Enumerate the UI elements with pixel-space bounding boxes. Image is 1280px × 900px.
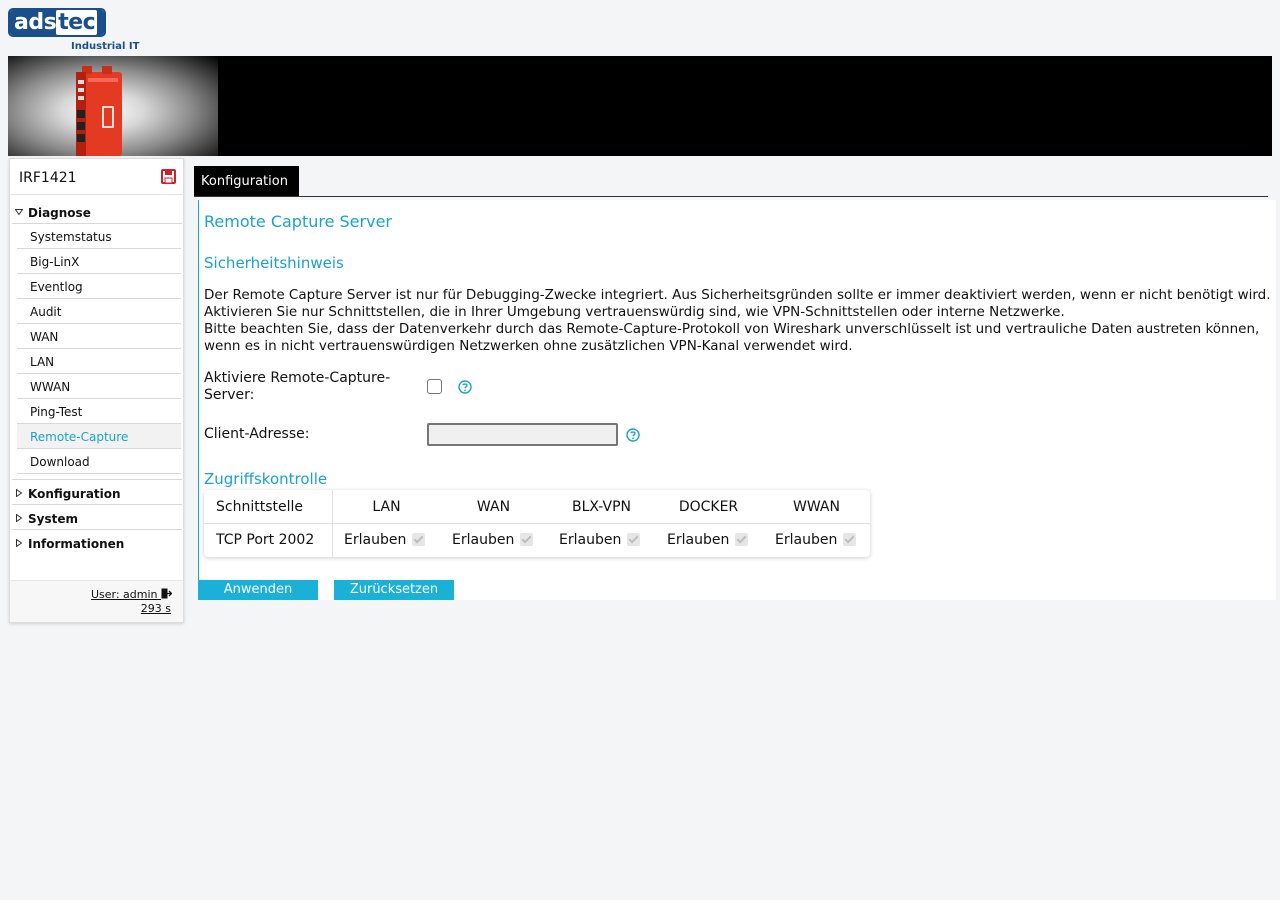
column-header-lan: LAN [372, 499, 401, 515]
sidebar-item-download[interactable]: Download [17, 449, 181, 474]
chevron-right-icon [16, 489, 23, 497]
sidebar: IRF1421 Diagnose Systemstatus Big-LinX E… [9, 158, 185, 623]
row-label-tcp-port: TCP Port 2002 [216, 532, 315, 548]
sidebar-item-wan[interactable]: WAN [17, 324, 181, 349]
tab-bar: Konfiguration [194, 166, 1268, 197]
checkmark-icon [735, 533, 749, 546]
nav-group-informationen[interactable]: Informationen [12, 530, 182, 555]
column-header-wwan: WWAN [793, 499, 840, 515]
column-header-docker: DOCKER [678, 499, 739, 515]
router-device-image [76, 66, 122, 156]
logo-mark: adstec [8, 8, 106, 37]
sidebar-item-big-linx[interactable]: Big-LinX [17, 249, 181, 274]
device-header: IRF1421 [10, 159, 185, 195]
access-control-heading: Zugriffskontrolle [204, 470, 328, 488]
tab-konfiguration[interactable]: Konfiguration [194, 166, 299, 196]
checkmark-icon [520, 533, 534, 546]
sidebar-item-systemstatus[interactable]: Systemstatus [17, 224, 181, 249]
client-address-input[interactable] [427, 423, 618, 446]
access-control-table: Schnittstelle LAN WAN BLX-VPN DOCKER WWA… [204, 490, 870, 557]
sidebar-footer: User: admin 293 s [10, 580, 183, 622]
logout-icon [161, 588, 172, 599]
column-header-blx-vpn: BLX-VPN [571, 499, 632, 515]
sidebar-item-ping-test[interactable]: Ping-Test [17, 399, 181, 424]
enable-capture-label: Aktiviere Remote-Capture- Server: [204, 370, 391, 403]
nav-group-konfiguration[interactable]: Konfiguration [12, 480, 182, 505]
user-logout-link[interactable]: User: admin [91, 588, 172, 601]
page-title: Remote Capture Server [204, 212, 392, 231]
sidebar-item-audit[interactable]: Audit [17, 299, 181, 324]
security-notice: Der Remote Capture Server ist nur für De… [204, 287, 1271, 354]
client-address-label: Client-Adresse: [204, 426, 310, 442]
allow-lan-checkbox: Erlauben [344, 532, 426, 548]
device-name: IRF1421 [19, 170, 77, 186]
sidebar-item-eventlog[interactable]: Eventlog [17, 274, 181, 299]
sidebar-nav: Diagnose Systemstatus Big-LinX Eventlog … [10, 199, 185, 555]
header-banner [8, 56, 1272, 156]
help-icon[interactable] [458, 380, 472, 394]
adstec-logo: adstec Industrial IT [8, 8, 140, 54]
nav-group-system[interactable]: System [12, 505, 182, 530]
apply-button[interactable]: Anwenden [198, 580, 318, 600]
sidebar-item-remote-capture[interactable]: Remote-Capture [17, 424, 181, 449]
nav-group-diagnose[interactable]: Diagnose [12, 199, 182, 224]
reset-button[interactable]: Zurücksetzen [334, 580, 454, 600]
table-header-row: Schnittstelle LAN WAN BLX-VPN DOCKER WWA… [204, 490, 870, 524]
logo-subtitle: Industrial IT [71, 41, 140, 52]
table-row: TCP Port 2002 Erlauben Erlauben Erlauben… [204, 524, 870, 557]
chevron-right-icon [16, 514, 23, 522]
chevron-down-icon [15, 209, 23, 216]
sidebar-item-lan[interactable]: LAN [17, 349, 181, 374]
checkmark-icon [412, 533, 426, 546]
help-icon[interactable] [626, 428, 640, 442]
allow-wan-checkbox: Erlauben [452, 532, 534, 548]
allow-blx-vpn-checkbox: Erlauben [559, 532, 641, 548]
checkmark-icon [627, 533, 641, 546]
session-timer: 293 s [140, 602, 171, 615]
column-header-wan: WAN [476, 499, 511, 515]
sidebar-item-wwan[interactable]: WWAN [17, 374, 181, 399]
allow-docker-checkbox: Erlauben [667, 532, 749, 548]
column-header-interface: Schnittstelle [216, 499, 303, 515]
security-heading: Sicherheitshinweis [204, 254, 344, 272]
enable-capture-checkbox[interactable] [427, 379, 442, 394]
main-content: Remote Capture Server Sicherheitshinweis… [198, 200, 1276, 600]
allow-wwan-checkbox: Erlauben [775, 532, 857, 548]
checkmark-icon [843, 533, 857, 546]
save-icon[interactable] [161, 169, 176, 184]
chevron-right-icon [16, 539, 23, 547]
